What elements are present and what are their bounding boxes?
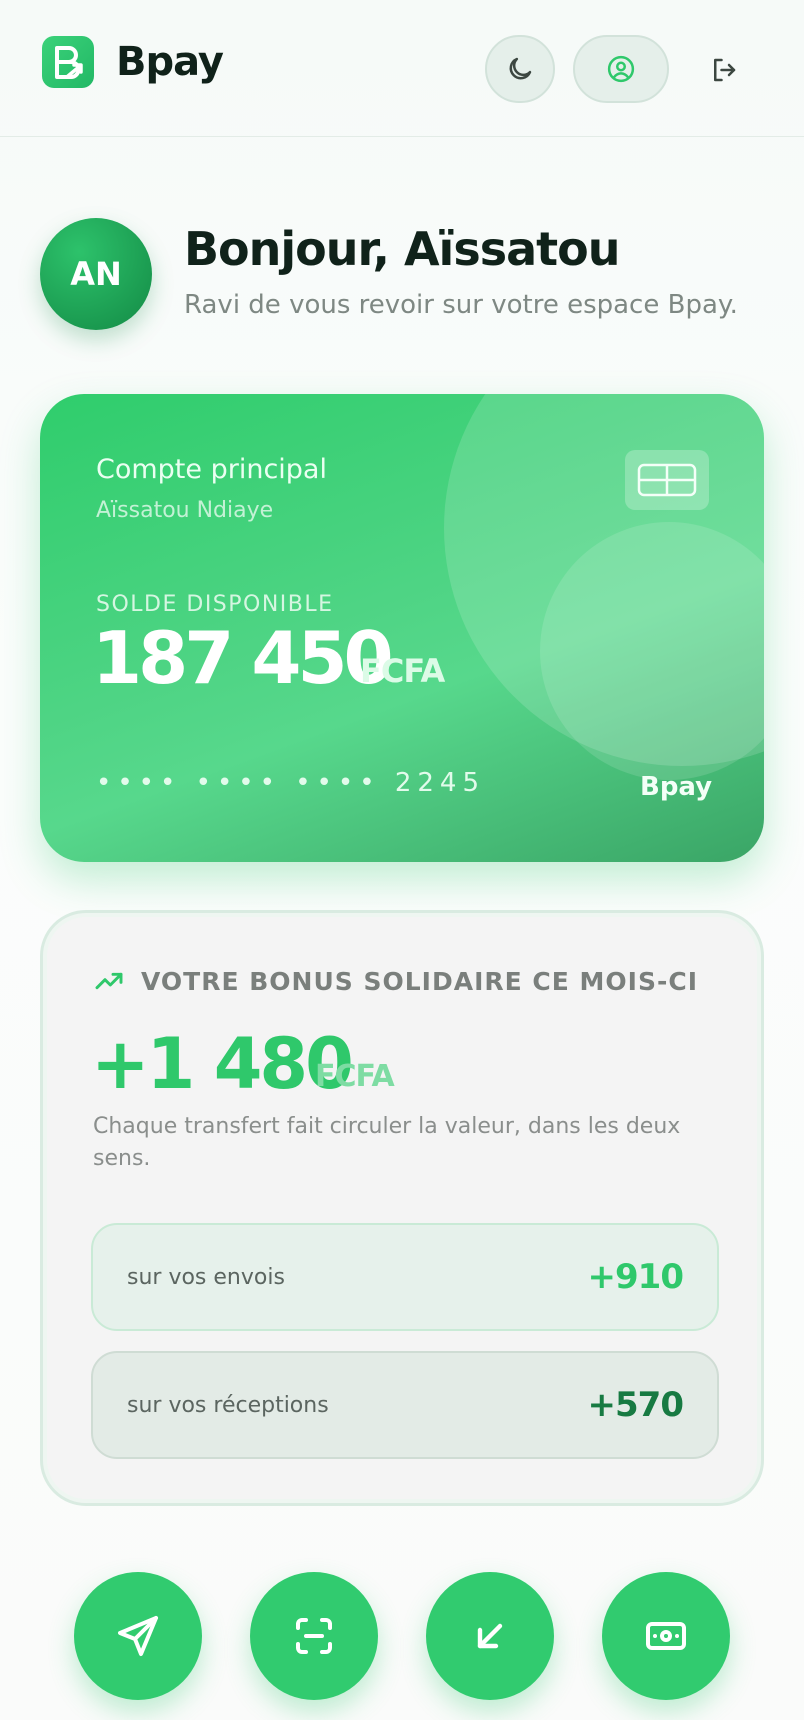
balance-currency: FCFA: [360, 652, 445, 690]
bonus-currency: FCFA: [315, 1059, 395, 1094]
send-icon: [118, 1616, 158, 1656]
logout-icon: [714, 58, 736, 82]
balance-label: SOLDE DISPONIBLE: [96, 592, 334, 617]
bonus-description: Chaque transfert fait circuler la valeur…: [93, 1114, 681, 1171]
bonus-row-label: sur vos réceptions: [127, 1392, 329, 1418]
theme-toggle-button[interactable]: [485, 35, 555, 103]
app-header: Bpay: [0, 0, 804, 137]
greeting-subtitle: Ravi de vous revoir sur votre espace Bpa…: [184, 290, 738, 320]
scan-icon: [296, 1618, 332, 1654]
greeting-title: Bonjour, Aïssatou: [184, 222, 620, 276]
bpay-logo-icon: [42, 36, 94, 88]
user-circle-icon: [607, 55, 635, 83]
bonus-row-sends: sur vos envois +910: [91, 1223, 719, 1331]
brand-name: Bpay: [116, 39, 224, 85]
bonus-row-receptions: sur vos réceptions +570: [91, 1351, 719, 1459]
send-button[interactable]: [74, 1572, 202, 1700]
card-chip-icon: [625, 450, 709, 510]
bonus-row-value: +570: [587, 1385, 684, 1425]
trending-up-icon: [95, 972, 123, 990]
receive-icon: [477, 1623, 503, 1649]
avatar[interactable]: AN: [40, 218, 152, 330]
balance-amount: 187 450: [92, 616, 394, 700]
bonus-title: VOTRE BONUS SOLIDAIRE CE MOIS-CI: [141, 966, 698, 996]
page: Bpay AN Bonjour, Aïssatou Ravi de vous r…: [0, 0, 804, 1720]
card-brand: Bpay: [640, 772, 713, 802]
bonus-amount: +1 480: [91, 1023, 354, 1105]
cash-icon: [646, 1622, 686, 1650]
cash-button[interactable]: [602, 1572, 730, 1700]
logout-button[interactable]: [702, 48, 746, 92]
bonus-panel: VOTRE BONUS SOLIDAIRE CE MOIS-CI +1 480 …: [40, 910, 764, 1506]
profile-button[interactable]: [573, 35, 669, 103]
account-name: Compte principal: [96, 454, 327, 485]
receive-button[interactable]: [426, 1572, 554, 1700]
bonus-row-label: sur vos envois: [127, 1264, 285, 1290]
bonus-header: VOTRE BONUS SOLIDAIRE CE MOIS-CI: [93, 965, 698, 997]
account-holder: Aïssatou Ndiaye: [96, 498, 274, 523]
scan-button[interactable]: [250, 1572, 378, 1700]
card-number: •••• •••• •••• 2245: [96, 768, 485, 798]
moon-icon: [509, 57, 532, 80]
bonus-row-value: +910: [587, 1257, 684, 1297]
balance-card[interactable]: Compte principal Aïssatou Ndiaye SOLDE D…: [40, 394, 764, 862]
